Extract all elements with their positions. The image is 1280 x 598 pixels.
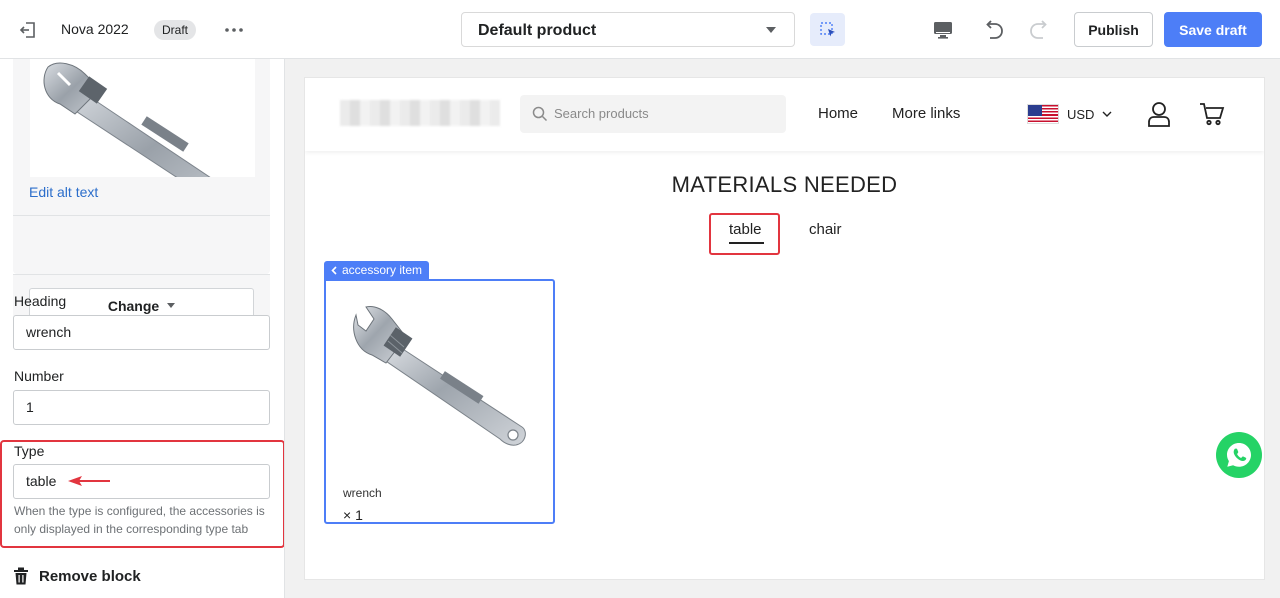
store-preview: Search products Home More links USD MATE… (305, 78, 1264, 579)
section-title: MATERIALS NEEDED (671, 172, 898, 197)
remove-block-label: Remove block (39, 567, 141, 585)
search-icon (532, 106, 548, 122)
currency-label: USD (1067, 106, 1095, 122)
search-placeholder: Search products (554, 106, 649, 121)
accessory-card[interactable]: wrench × 1 (324, 279, 555, 524)
accessory-item-tag[interactable]: accessory item (324, 261, 430, 280)
whatsapp-chat-button[interactable] (1216, 432, 1262, 478)
redo-button[interactable] (1027, 17, 1053, 43)
save-draft-button[interactable]: Save draft (1164, 12, 1262, 47)
wrench-image (43, 62, 211, 177)
exit-icon (19, 22, 35, 38)
user-icon (1148, 102, 1170, 127)
tab-highlight (709, 213, 780, 255)
accessory-tag-label: accessory item (342, 263, 423, 277)
image-picker-card: Edit alt text (13, 59, 270, 274)
search-input[interactable]: Search products (520, 95, 786, 133)
store-header: Search products Home More links USD (305, 78, 1264, 151)
status-badge: Draft (154, 20, 197, 40)
exit-button[interactable] (16, 18, 40, 42)
cart-button[interactable] (1198, 100, 1226, 128)
edit-alt-text-link[interactable]: Edit alt text (29, 184, 98, 200)
accessory-name: wrench (343, 486, 382, 500)
desktop-icon (934, 22, 952, 39)
chevron-down-icon (766, 27, 776, 33)
account-button[interactable] (1145, 100, 1173, 128)
heading-label: Heading (14, 293, 67, 309)
type-input[interactable]: table (13, 464, 270, 499)
type-help-text: When the type is configured, the accesso… (14, 504, 265, 536)
remove-block-button[interactable]: Remove block (13, 565, 141, 587)
tab-chair[interactable]: chair (809, 221, 842, 238)
whatsapp-icon (1227, 443, 1251, 467)
divider (13, 215, 270, 216)
arrow-left-icon (68, 476, 110, 486)
trash-icon (14, 567, 28, 585)
heading-input[interactable]: wrench (13, 315, 270, 350)
more-actions-button[interactable] (220, 18, 248, 42)
store-logo[interactable] (340, 100, 500, 126)
more-dots-icon (225, 28, 243, 32)
inspector-toggle[interactable] (810, 13, 845, 46)
publish-button[interactable]: Publish (1074, 12, 1153, 47)
desktop-view-button[interactable] (930, 17, 956, 43)
chevron-left-icon (331, 266, 337, 275)
wrench-product-image (353, 306, 526, 446)
change-button-label: Change (107, 297, 160, 314)
type-label: Type (14, 443, 45, 459)
template-select[interactable]: Default product (461, 12, 795, 47)
undo-icon (986, 20, 1003, 39)
number-input[interactable]: 1 (13, 390, 270, 425)
image-preview[interactable] (30, 59, 255, 177)
template-select-value: Default product (478, 22, 597, 39)
currency-selector[interactable]: USD (1027, 103, 1112, 125)
undo-button[interactable] (980, 17, 1006, 43)
nav-link-more-links[interactable]: More links (892, 105, 960, 122)
cart-icon (1200, 103, 1225, 126)
redo-icon (1030, 20, 1047, 39)
inspector-icon (819, 21, 835, 36)
settings-sidebar: Edit alt text Change Heading wrench Numb… (0, 59, 285, 598)
editor-topbar: Nova 2022 Draft Default product Publish … (0, 0, 1280, 59)
number-label: Number (14, 368, 64, 384)
us-flag-icon (1027, 104, 1059, 124)
accessory-quantity: × 1 (343, 507, 363, 523)
nav-link-home[interactable]: Home (818, 105, 858, 122)
theme-name: Nova 2022 (61, 21, 129, 37)
chevron-down-icon (167, 303, 176, 308)
chevron-down-icon (1102, 111, 1112, 117)
